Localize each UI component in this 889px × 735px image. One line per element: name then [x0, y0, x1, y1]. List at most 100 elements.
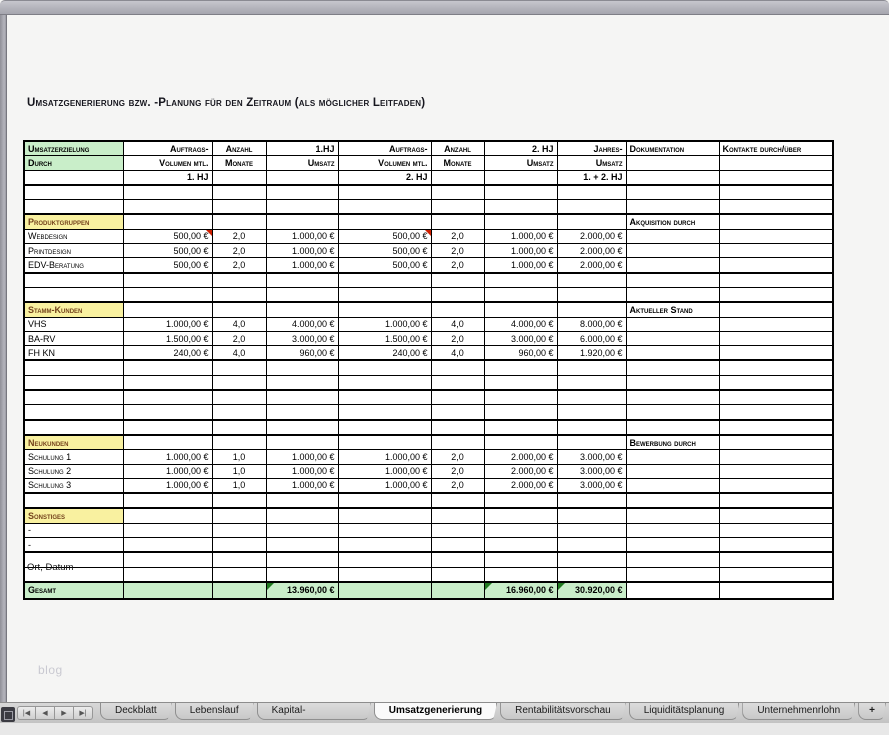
table-cell[interactable]	[557, 493, 626, 508]
table-cell[interactable]	[431, 420, 484, 435]
table-cell[interactable]	[719, 170, 833, 185]
table-cell[interactable]	[484, 287, 557, 302]
table-cell[interactable]	[123, 493, 212, 508]
sheet-tab-umsatzgenerierung[interactable]: Umsatzgenerierung	[374, 703, 497, 720]
table-cell[interactable]	[266, 170, 338, 185]
table-cell[interactable]	[338, 435, 431, 450]
table-cell[interactable]	[626, 552, 719, 567]
table-cell[interactable]: 13.960,00 €	[266, 582, 338, 599]
table-cell[interactable]: Schulung 1	[24, 450, 123, 464]
table-cell[interactable]	[719, 478, 833, 493]
table-cell[interactable]: Kontakte durch/über	[719, 141, 833, 156]
table-cell[interactable]: EDV-Beratung	[24, 258, 123, 273]
table-cell[interactable]: Aktueller Stand	[626, 302, 719, 317]
table-cell[interactable]	[338, 375, 431, 390]
table-cell[interactable]	[212, 420, 266, 435]
table-cell[interactable]	[484, 170, 557, 185]
table-cell[interactable]	[338, 214, 431, 229]
table-cell[interactable]	[431, 360, 484, 375]
table-cell[interactable]	[626, 273, 719, 288]
table-cell[interactable]	[123, 390, 212, 405]
table-cell[interactable]	[557, 200, 626, 215]
table-cell[interactable]: 500,00 €	[338, 244, 431, 258]
table-cell[interactable]: 1.000,00 €	[338, 450, 431, 464]
table-cell[interactable]	[484, 360, 557, 375]
table-cell[interactable]	[212, 170, 266, 185]
table-cell[interactable]	[123, 360, 212, 375]
table-cell[interactable]	[719, 450, 833, 464]
table-cell[interactable]	[24, 405, 123, 420]
table-cell[interactable]	[557, 273, 626, 288]
table-cell[interactable]	[123, 375, 212, 390]
table-cell[interactable]	[484, 185, 557, 200]
table-cell[interactable]: 500,00 €	[338, 229, 431, 243]
table-cell[interactable]: 2. HJ	[484, 141, 557, 156]
table-cell[interactable]	[123, 287, 212, 302]
table-cell[interactable]: 2,0	[431, 258, 484, 273]
table-cell[interactable]: 4,0	[212, 317, 266, 331]
table-cell[interactable]	[338, 405, 431, 420]
table-cell[interactable]	[719, 523, 833, 537]
table-cell[interactable]	[719, 390, 833, 405]
table-cell[interactable]	[557, 375, 626, 390]
table-cell[interactable]: 2,0	[431, 450, 484, 464]
table-cell[interactable]: 2.000,00 €	[557, 229, 626, 243]
table-cell[interactable]: 2,0	[431, 229, 484, 243]
table-cell[interactable]	[212, 214, 266, 229]
table-cell[interactable]	[484, 273, 557, 288]
table-cell[interactable]	[484, 552, 557, 567]
table-cell[interactable]	[431, 214, 484, 229]
table-cell[interactable]	[719, 258, 833, 273]
table-cell[interactable]: 2.000,00 €	[484, 464, 557, 478]
table-cell[interactable]	[212, 302, 266, 317]
table-cell[interactable]: 500,00 €	[338, 258, 431, 273]
table-cell[interactable]	[626, 360, 719, 375]
table-cell[interactable]	[24, 170, 123, 185]
table-cell[interactable]: Durch	[24, 156, 123, 170]
table-cell[interactable]	[266, 273, 338, 288]
table-cell[interactable]	[338, 302, 431, 317]
table-cell[interactable]	[123, 302, 212, 317]
sheet-tab-kapital-bedarfsplanung[interactable]: Kapital-Bedarfsplanung	[257, 703, 371, 720]
table-cell[interactable]: 16.960,00 €	[484, 582, 557, 599]
table-cell[interactable]: 2.000,00 €	[484, 450, 557, 464]
table-cell[interactable]: Anzahl	[212, 141, 266, 156]
table-cell[interactable]: 4.000,00 €	[484, 317, 557, 331]
table-cell[interactable]	[626, 538, 719, 553]
table-cell[interactable]	[212, 405, 266, 420]
table-cell[interactable]	[24, 360, 123, 375]
sheet-tab-deckblatt[interactable]: Deckblatt	[100, 703, 172, 720]
table-cell[interactable]	[626, 405, 719, 420]
table-cell[interactable]	[24, 185, 123, 200]
table-cell[interactable]	[719, 538, 833, 553]
table-cell[interactable]	[484, 405, 557, 420]
table-cell[interactable]	[719, 405, 833, 420]
table-cell[interactable]	[266, 508, 338, 523]
table-cell[interactable]	[484, 390, 557, 405]
table-cell[interactable]	[484, 214, 557, 229]
table-cell[interactable]: 1.000,00 €	[338, 478, 431, 493]
table-cell[interactable]	[626, 523, 719, 537]
sheet-tab-unternehmenrlohn[interactable]: Unternehmenrlohn	[742, 703, 855, 720]
table-cell[interactable]	[266, 435, 338, 450]
first-sheet-icon[interactable]: |◀	[17, 706, 36, 720]
table-cell[interactable]: 2,0	[431, 464, 484, 478]
table-cell[interactable]	[338, 287, 431, 302]
table-cell[interactable]: Dokumentation	[626, 141, 719, 156]
table-cell[interactable]	[557, 420, 626, 435]
table-cell[interactable]: 3.000,00 €	[557, 478, 626, 493]
table-cell[interactable]: 2,0	[431, 244, 484, 258]
table-cell[interactable]: BA-RV	[24, 331, 123, 345]
table-cell[interactable]: 1.000,00 €	[266, 450, 338, 464]
table-cell[interactable]	[338, 200, 431, 215]
table-cell[interactable]: Printdesign	[24, 244, 123, 258]
table-cell[interactable]	[338, 552, 431, 567]
table-cell[interactable]	[338, 360, 431, 375]
table-cell[interactable]: 1.000,00 €	[484, 244, 557, 258]
table-cell[interactable]	[212, 200, 266, 215]
table-cell[interactable]	[557, 390, 626, 405]
table-cell[interactable]	[431, 375, 484, 390]
table-cell[interactable]: 3.000,00 €	[484, 331, 557, 345]
next-sheet-icon[interactable]: ▶	[55, 706, 74, 720]
table-cell[interactable]	[431, 405, 484, 420]
